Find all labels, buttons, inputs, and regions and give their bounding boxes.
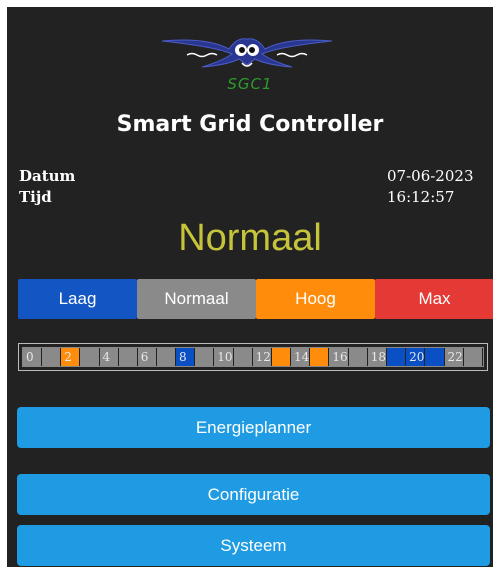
- hour-cell[interactable]: 20: [406, 348, 426, 366]
- hour-schedule: 0 2 4 6 8 10 12 14 16 18 20 22: [18, 343, 488, 371]
- hour-cell[interactable]: [310, 348, 330, 366]
- hour-cell[interactable]: 14: [291, 348, 311, 366]
- hour-cell[interactable]: 2: [61, 348, 81, 366]
- owl-logo-icon: [161, 38, 333, 68]
- hour-cell[interactable]: [463, 348, 483, 366]
- time-label: Tijd: [19, 188, 52, 206]
- hour-cell[interactable]: [387, 348, 407, 366]
- page-title: Smart Grid Controller: [116, 112, 384, 137]
- mode-buttons: Laag Normaal Hoog Max: [18, 279, 493, 319]
- hour-cell[interactable]: [271, 348, 291, 366]
- date-value: 07-06-2023: [387, 167, 474, 185]
- hour-cell[interactable]: [233, 348, 253, 366]
- hour-cell[interactable]: 12: [252, 348, 272, 366]
- hour-cell[interactable]: 16: [329, 348, 349, 366]
- mode-button-hoog[interactable]: Hoog: [256, 279, 375, 319]
- hour-cell[interactable]: [348, 348, 368, 366]
- date-label: Datum: [19, 167, 76, 185]
- hour-cell[interactable]: [118, 348, 138, 366]
- hour-cell[interactable]: [42, 348, 62, 366]
- energy-planner-button[interactable]: Energieplanner: [17, 407, 490, 448]
- hour-cell[interactable]: [425, 348, 445, 366]
- time-value: 16:12:57: [387, 188, 455, 206]
- hour-cell[interactable]: 8: [176, 348, 196, 366]
- hour-schedule-bar: 0 2 4 6 8 10 12 14 16 18 20 22: [22, 347, 484, 367]
- mode-button-laag[interactable]: Laag: [18, 279, 137, 319]
- system-button[interactable]: Systeem: [17, 525, 490, 566]
- configuration-button[interactable]: Configuratie: [17, 474, 490, 515]
- hour-cell[interactable]: [80, 348, 100, 366]
- logo-text: SGC1: [227, 75, 273, 93]
- hour-cell[interactable]: 10: [214, 348, 234, 366]
- current-mode-status: Normaal: [178, 217, 322, 259]
- hour-cell[interactable]: 4: [99, 348, 119, 366]
- hour-cell[interactable]: [156, 348, 176, 366]
- app-screen: SGC1 Smart Grid Controller Datum 07-06-2…: [7, 7, 493, 567]
- hour-cell[interactable]: 18: [367, 348, 387, 366]
- hour-cell[interactable]: 6: [137, 348, 157, 366]
- hour-cell[interactable]: 22: [444, 348, 464, 366]
- mode-button-max[interactable]: Max: [375, 279, 493, 319]
- mode-button-normaal[interactable]: Normaal: [137, 279, 256, 319]
- hour-cell[interactable]: 0: [23, 348, 43, 366]
- hour-cell[interactable]: [195, 348, 215, 366]
